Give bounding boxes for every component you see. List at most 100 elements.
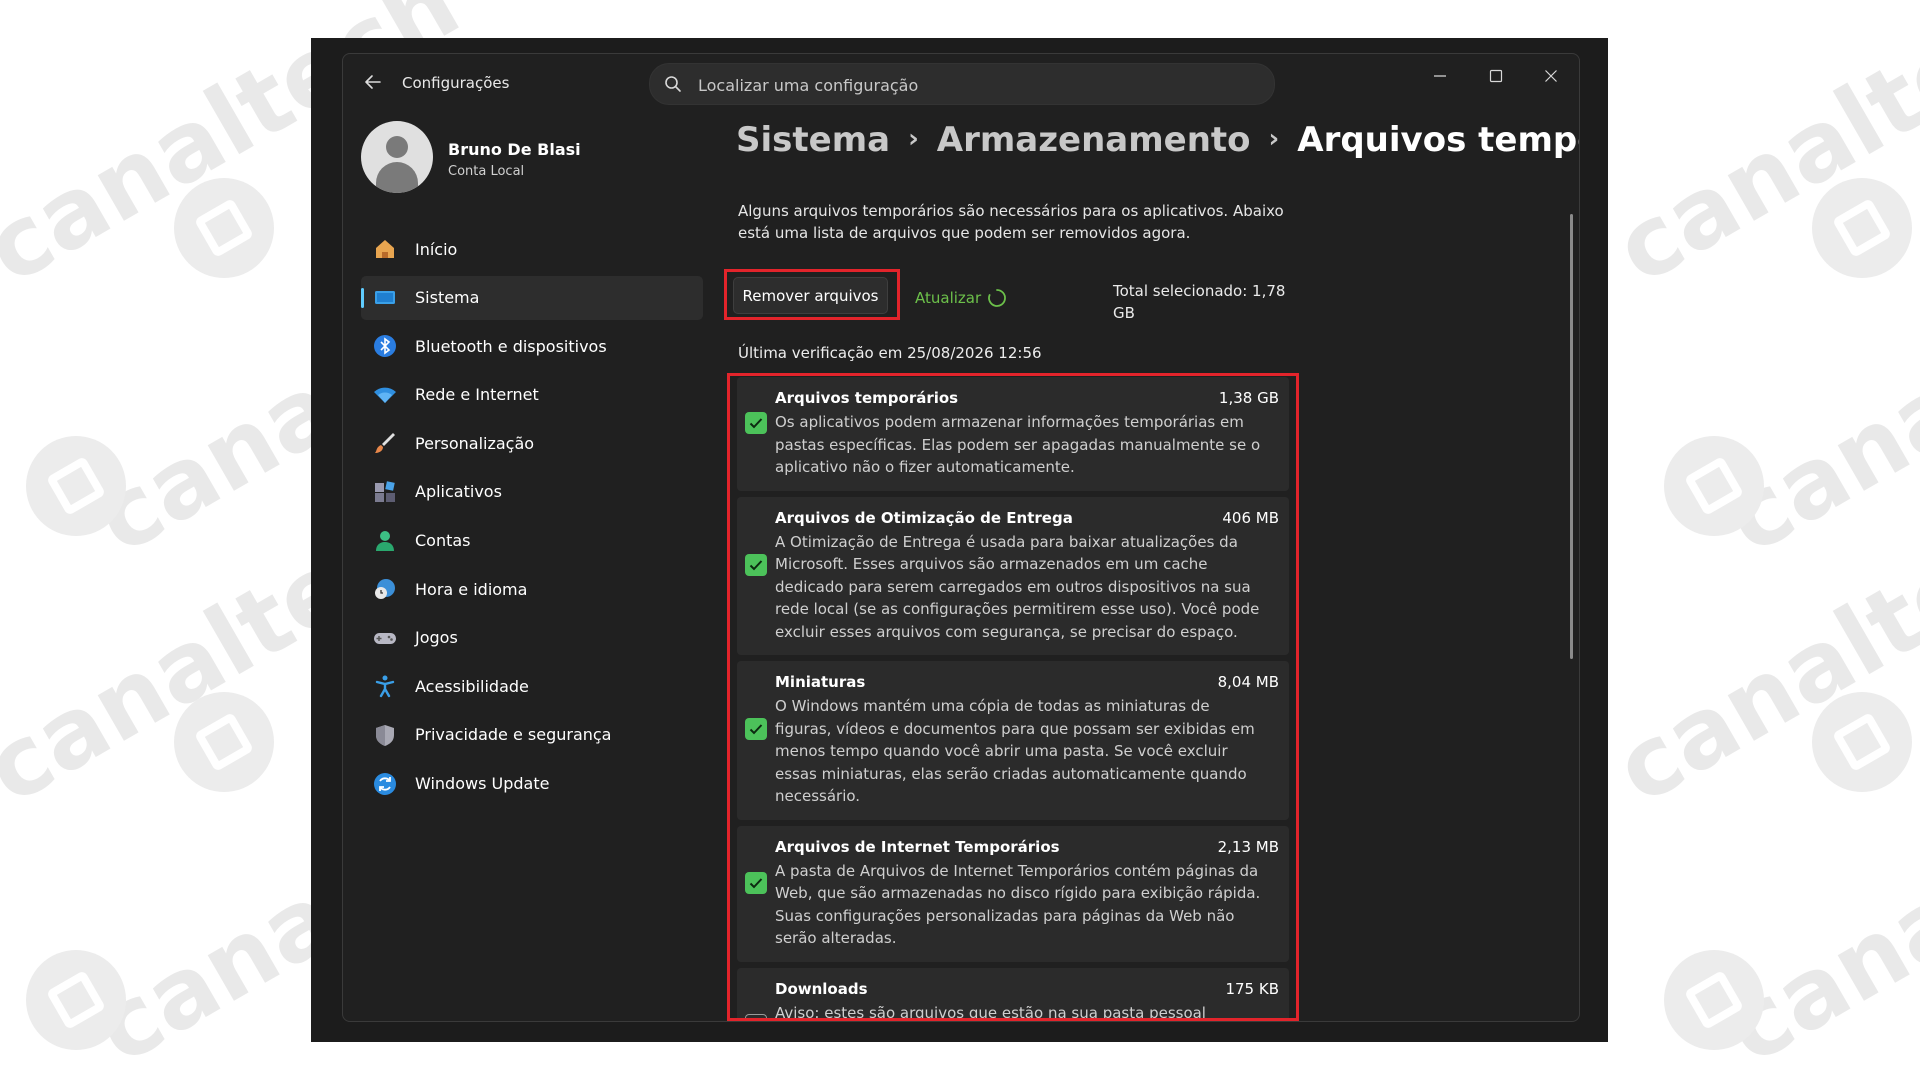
item-description: Os aplicativos podem armazenar informaçõ…	[775, 413, 1261, 476]
user-name: Bruno De Blasi	[448, 140, 581, 159]
checkbox-checked[interactable]	[745, 718, 767, 740]
item-title: Downloads	[775, 979, 868, 998]
minimize-button[interactable]	[1417, 60, 1463, 92]
watermark-text: canaltech	[1707, 726, 1920, 1080]
item-title: Miniaturas	[775, 673, 866, 691]
checkmark-icon	[749, 559, 763, 570]
watermark-logo-icon	[1812, 692, 1912, 792]
sidebar-item-label: Jogos	[415, 628, 458, 648]
chevron-right-icon: ›	[908, 124, 919, 154]
sidebar-item-label: Personalização	[415, 433, 535, 453]
brush-icon	[372, 430, 398, 456]
sidebar-item-inicio[interactable]: Início	[361, 227, 703, 271]
checkbox-checked[interactable]	[745, 412, 767, 434]
watermark-text: canaltech	[1597, 0, 1920, 306]
search-input[interactable]	[696, 70, 1260, 100]
account-type: Conta Local	[448, 164, 525, 179]
sidebar-item-label: Início	[415, 239, 458, 259]
item-description: O Windows mantém uma cópia de todas as m…	[775, 697, 1255, 805]
page-description: Alguns arquivos temporários são necessár…	[738, 202, 1284, 242]
checkmark-icon	[749, 418, 763, 429]
watermark-logo-icon	[1812, 178, 1912, 278]
wifi-icon	[372, 382, 398, 408]
checkbox-unchecked[interactable]	[745, 1013, 767, 1021]
maximize-icon	[1489, 69, 1503, 83]
checkmark-icon	[749, 724, 763, 735]
breadcrumb-armazenamento[interactable]: Armazenamento	[937, 120, 1251, 160]
watermark-text: canaltech	[1597, 466, 1920, 826]
person-icon	[372, 528, 398, 554]
gamepad-icon	[372, 625, 398, 651]
settings-window: Configurações Bruno De Blasi Conta Local…	[342, 53, 1580, 1022]
maximize-button[interactable]	[1473, 60, 1519, 92]
watermark-logo-icon	[1664, 436, 1764, 536]
system-icon	[372, 285, 398, 311]
avatar[interactable]	[361, 121, 433, 193]
last-check: Última verificação em 25/08/2026 12:56	[738, 344, 1042, 362]
sidebar-item-label: Contas	[415, 531, 471, 551]
sidebar-item-windows-update[interactable]: Windows Update	[361, 762, 703, 806]
temp-files-list: Arquivos temporários 1,38 GB Os aplicati…	[737, 377, 1289, 1021]
item-size: 8,04 MB	[1217, 673, 1279, 691]
sidebar-item-privacidade[interactable]: Privacidade e segurança	[361, 713, 703, 757]
item-title: Arquivos temporários	[775, 389, 959, 407]
breadcrumb-sistema[interactable]: Sistema	[736, 120, 890, 160]
close-button[interactable]	[1528, 60, 1574, 92]
item-size: 175 KB	[1225, 979, 1279, 998]
item-title: Arquivos de Otimização de Entrega	[775, 508, 1073, 527]
list-item[interactable]: Miniaturas 8,04 MB O Windows mantém uma …	[737, 661, 1289, 820]
checkbox-checked[interactable]	[745, 871, 767, 894]
sidebar-item-label: Bluetooth e dispositivos	[415, 336, 607, 356]
sidebar-item-contas[interactable]: Contas	[361, 519, 703, 563]
item-description: Aviso: estes são arquivos que estão na s…	[775, 1003, 1206, 1022]
sidebar-item-aplicativos[interactable]: Aplicativos	[361, 470, 703, 514]
sidebar-item-label: Privacidade e segurança	[415, 725, 612, 745]
scrollbar[interactable]	[1570, 214, 1573, 659]
sidebar-item-label: Sistema	[415, 288, 480, 308]
sidebar-item-bluetooth[interactable]: Bluetooth e dispositivos	[361, 324, 703, 368]
sidebar-nav: Início Sistema Bluetooth e dispositivos …	[361, 227, 703, 810]
refresh-label: Atualizar	[915, 289, 982, 307]
sidebar-item-jogos[interactable]: Jogos	[361, 616, 703, 660]
accessibility-icon	[372, 673, 398, 699]
shield-icon	[372, 722, 398, 748]
list-item[interactable]: Downloads 175 KB Aviso: estes são arquiv…	[737, 967, 1289, 1022]
search-icon	[665, 76, 681, 92]
item-title: Arquivos de Internet Temporários	[775, 837, 1060, 856]
refresh-spinner-icon	[988, 289, 1007, 307]
watermark-logo-icon	[26, 436, 126, 536]
avatar-head	[386, 136, 408, 158]
page-title: Arquivos temporários	[1297, 120, 1579, 160]
watermark-text: canaltech	[1707, 216, 1920, 576]
watermark-logo-icon	[1664, 950, 1764, 1050]
sidebar-item-personalizacao[interactable]: Personalização	[361, 421, 703, 465]
update-icon	[372, 771, 398, 797]
sidebar-item-hora[interactable]: Hora e idioma	[361, 567, 703, 611]
sidebar-item-label: Windows Update	[415, 774, 550, 794]
watermark-logo-icon	[174, 178, 274, 278]
sidebar-item-rede[interactable]: Rede e Internet	[361, 373, 703, 417]
list-item[interactable]: Arquivos de Internet Temporários 2,13 MB…	[737, 825, 1289, 962]
search-box[interactable]	[649, 63, 1275, 105]
checkbox-checked[interactable]	[745, 553, 767, 576]
sidebar-item-label: Rede e Internet	[415, 385, 539, 405]
bluetooth-icon	[372, 333, 398, 359]
back-button[interactable]	[361, 70, 385, 94]
checkmark-icon	[749, 877, 763, 888]
item-size: 1,38 GB	[1218, 389, 1279, 407]
chevron-right-icon: ›	[1268, 124, 1280, 154]
home-icon	[372, 236, 398, 262]
item-description: A pasta de Arquivos de Internet Temporár…	[775, 861, 1261, 948]
total-selected: Total selecionado: 1,78 GB	[1113, 282, 1286, 322]
refresh-link[interactable]: Atualizar	[915, 288, 1007, 308]
arrow-left-icon	[365, 75, 381, 89]
item-description: A Otimização de Entrega é usada para bai…	[775, 532, 1260, 641]
app-title: Configurações	[402, 74, 510, 92]
sidebar-item-sistema[interactable]: Sistema	[361, 275, 703, 320]
list-item[interactable]: Arquivos temporários 1,38 GB Os aplicati…	[737, 377, 1289, 491]
clock-globe-icon	[372, 576, 398, 602]
close-icon	[1545, 70, 1557, 82]
highlight-box-button	[724, 269, 900, 320]
list-item[interactable]: Arquivos de Otimização de Entrega 406 MB…	[737, 496, 1289, 655]
sidebar-item-acessibilidade[interactable]: Acessibilidade	[361, 664, 703, 708]
